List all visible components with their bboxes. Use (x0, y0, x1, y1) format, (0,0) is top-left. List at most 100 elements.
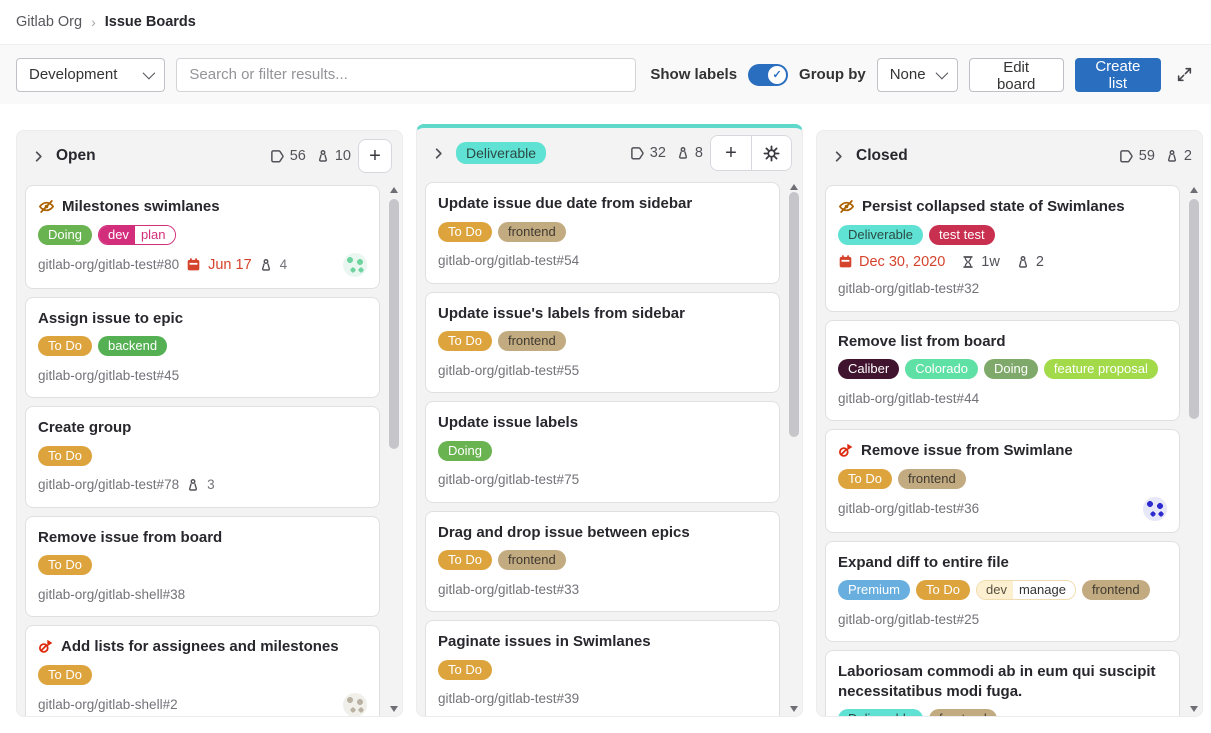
card-title[interactable]: Remove issue from Swimlane (861, 441, 1073, 461)
label-pill[interactable]: frontend (498, 222, 566, 242)
list-header: Closed592 (817, 131, 1202, 181)
card-title[interactable]: Update issue labels (438, 413, 578, 433)
blocked-icon (838, 442, 854, 458)
issue-card[interactable]: Remove issue from SwimlaneTo Dofrontendg… (825, 429, 1180, 533)
label-pill[interactable]: Caliber (838, 359, 899, 379)
collapse-list-chevron-icon[interactable] (427, 142, 449, 164)
label-pill[interactable]: Doing (38, 225, 92, 245)
label-pill[interactable]: Deliverable (838, 709, 923, 716)
label-pill[interactable]: To Do (838, 469, 892, 489)
label-pill[interactable]: To Do (438, 550, 492, 570)
issue-card[interactable]: Expand diff to entire file Premium To Do de… (825, 541, 1180, 643)
card-title[interactable]: Paginate issues in Swimlanes (438, 632, 651, 652)
label-pill[interactable]: Premium (838, 580, 910, 600)
issue-card[interactable]: Create groupTo Dogitlab-org/gitlab-test#… (25, 406, 380, 508)
issue-card[interactable]: Add lists for assignees and milestones To… (25, 625, 380, 716)
show-labels-toggle[interactable]: ✓ (748, 64, 788, 86)
board-select[interactable]: Development (16, 58, 165, 92)
label-pill[interactable]: To Do (38, 665, 92, 685)
weight-icon (316, 149, 330, 163)
label-pill[interactable]: Doing (438, 441, 492, 461)
issue-card[interactable]: Update issue due date from sidebar To Do f… (425, 182, 780, 284)
label-pill[interactable]: Doing (984, 359, 1038, 379)
label-pill[interactable]: frontend (929, 709, 997, 716)
issue-card[interactable]: Persist collapsed state of Swimlanes Deli… (825, 185, 1180, 312)
label-pill[interactable]: backend (98, 336, 167, 356)
board-toolbar: Development Show labels ✓ Group by None … (0, 45, 1211, 104)
list-settings-button[interactable] (751, 136, 791, 170)
scrollbar-thumb[interactable] (789, 192, 799, 437)
collapse-list-chevron-icon[interactable] (27, 145, 49, 167)
label-pill[interactable]: Deliverable (838, 225, 923, 245)
scroll-down-arrow-icon[interactable] (790, 706, 798, 712)
label-pill[interactable]: frontend (898, 469, 966, 489)
card-title[interactable]: Remove issue from board (38, 528, 222, 548)
issue-card[interactable]: Update issue's labels from sidebar To Do f… (425, 292, 780, 394)
create-list-button[interactable]: Create list (1075, 58, 1161, 92)
label-pill[interactable]: frontend (498, 550, 566, 570)
issue-card[interactable]: Milestones swimlanesDoingdevplangitlab-o… (25, 185, 380, 289)
card-footer: gitlab-org/gitlab-test#25 (838, 608, 1167, 630)
card-title-row: Create group (38, 418, 367, 438)
issue-card[interactable]: Assign issue to epicTo Dobackendgitlab-o… (25, 297, 380, 399)
label-pill[interactable]: To Do (38, 336, 92, 356)
card-title[interactable]: Milestones swimlanes (62, 197, 220, 217)
card-title[interactable]: Persist collapsed state of Swimlanes (862, 197, 1125, 217)
label-pill[interactable]: test test (929, 225, 995, 245)
weight-count: 10 (335, 148, 351, 164)
fullscreen-icon[interactable] (1174, 64, 1195, 85)
scoped-label-key: dev (977, 581, 1013, 599)
issue-card[interactable]: Remove issue from boardTo Dogitlab-org/g… (25, 516, 380, 618)
label-pill[interactable]: frontend (498, 331, 566, 351)
issue-card[interactable]: Remove list from board Caliber Colorado Doi… (825, 320, 1180, 422)
edit-board-button[interactable]: Edit board (969, 58, 1064, 92)
card-title[interactable]: Create group (38, 418, 131, 438)
scroll-up-arrow-icon[interactable] (390, 187, 398, 193)
scroll-down-arrow-icon[interactable] (1190, 706, 1198, 712)
card-title[interactable]: Update issue's labels from sidebar (438, 304, 685, 324)
card-title[interactable]: Remove list from board (838, 332, 1006, 352)
list-title-label[interactable]: Deliverable (456, 142, 546, 164)
add-issue-button[interactable]: + (711, 136, 751, 170)
issue-card[interactable]: Update issue labelsDoinggitlab-org/gitla… (425, 401, 780, 503)
search-input[interactable] (177, 66, 635, 83)
card-labels: To Do (438, 660, 767, 680)
calendar-icon (838, 254, 853, 269)
list-scrollbar (388, 185, 401, 714)
card-title[interactable]: Update issue due date from sidebar (438, 194, 692, 214)
card-title[interactable]: Assign issue to epic (38, 309, 183, 329)
scoped-label[interactable]: devplan (98, 225, 176, 245)
label-pill[interactable]: To Do (38, 446, 92, 466)
group-by-label: Group by (799, 66, 866, 83)
scoped-label[interactable]: devmanage (976, 580, 1076, 600)
group-by-select[interactable]: None (877, 58, 958, 92)
label-pill[interactable]: To Do (438, 222, 492, 242)
card-title[interactable]: Laboriosam commodi ab in eum qui suscipi… (838, 662, 1167, 701)
issue-reference: gitlab-org/gitlab-test#54 (438, 253, 579, 268)
add-issue-button[interactable]: + (358, 139, 392, 173)
scrollbar-thumb[interactable] (389, 199, 399, 449)
card-title[interactable]: Add lists for assignees and milestones (61, 637, 339, 657)
issue-card[interactable]: Drag and drop issue between epics To Do fr… (425, 511, 780, 613)
label-pill[interactable]: To Do (438, 660, 492, 680)
card-title[interactable]: Expand diff to entire file (838, 553, 1009, 573)
breadcrumb-group-link[interactable]: Gitlab Org (16, 14, 82, 30)
label-pill[interactable]: To Do (916, 580, 970, 600)
label-pill[interactable]: feature proposal (1044, 359, 1158, 379)
scroll-up-arrow-icon[interactable] (790, 184, 798, 190)
card-title[interactable]: Drag and drop issue between epics (438, 523, 690, 543)
label-pill[interactable]: To Do (438, 331, 492, 351)
collapse-list-chevron-icon[interactable] (827, 145, 849, 167)
label-pill[interactable]: frontend (1082, 580, 1150, 600)
scrollbar-thumb[interactable] (1189, 199, 1199, 419)
card-title-row: Drag and drop issue between epics (438, 523, 767, 543)
card-title-row: Update issue's labels from sidebar (438, 304, 767, 324)
scroll-down-arrow-icon[interactable] (390, 706, 398, 712)
issue-card[interactable]: Paginate issues in SwimlanesTo Dogitlab-… (425, 620, 780, 716)
issue-card[interactable]: Laboriosam commodi ab in eum qui suscipi… (825, 650, 1180, 716)
scroll-up-arrow-icon[interactable] (1190, 187, 1198, 193)
issues-count-icon (1119, 149, 1134, 164)
card-labels: Premium To Do devmanage frontend (838, 580, 1167, 600)
label-pill[interactable]: Colorado (905, 359, 978, 379)
label-pill[interactable]: To Do (38, 555, 92, 575)
